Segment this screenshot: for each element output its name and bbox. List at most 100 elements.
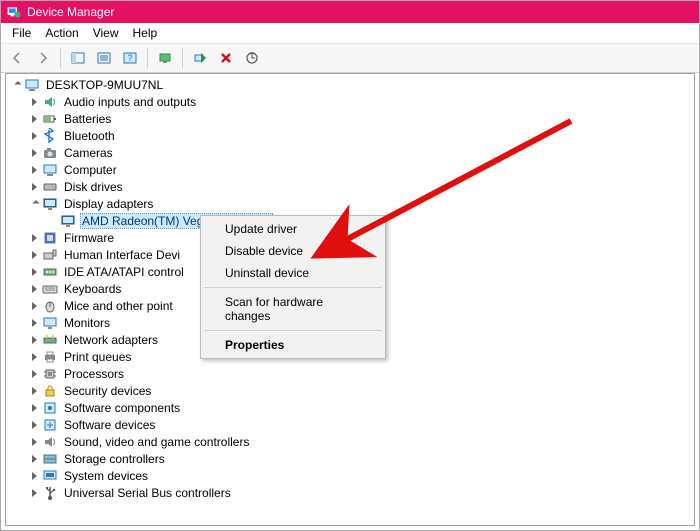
menu-separator <box>204 287 382 288</box>
tree-node-disk[interactable]: Disk drives <box>28 178 694 195</box>
expand-toggle[interactable] <box>28 453 40 465</box>
expand-toggle[interactable] <box>28 147 40 159</box>
expand-toggle[interactable] <box>28 198 40 210</box>
toolbar-separator <box>147 48 148 68</box>
menu-help[interactable]: Help <box>126 24 165 42</box>
titlebar: Device Manager <box>1 1 699 23</box>
tree-node-swcomp[interactable]: Software components <box>28 399 694 416</box>
tree-label: Security devices <box>62 384 153 398</box>
printer-icon <box>42 349 58 365</box>
expand-toggle[interactable] <box>28 419 40 431</box>
expand-toggle[interactable] <box>28 300 40 312</box>
menu-uninstall-device[interactable]: Uninstall device <box>203 262 383 284</box>
enable-device-button[interactable] <box>188 46 212 70</box>
tree-node-system[interactable]: System devices <box>28 467 694 484</box>
expand-toggle[interactable] <box>28 232 40 244</box>
tree-node-security[interactable]: Security devices <box>28 382 694 399</box>
system-icon <box>42 468 58 484</box>
tree-label: Processors <box>62 367 126 381</box>
menu-scan-hardware[interactable]: Scan for hardware changes <box>203 291 383 327</box>
help-button[interactable]: ? <box>118 46 142 70</box>
menu-properties[interactable]: Properties <box>203 334 383 356</box>
tree-label: Display adapters <box>62 197 155 211</box>
tree-label: Software components <box>62 401 182 415</box>
expand-toggle[interactable] <box>28 317 40 329</box>
display-icon <box>42 196 58 212</box>
mouse-icon <box>42 298 58 314</box>
tree-node-processors[interactable]: Processors <box>28 365 694 382</box>
menu-disable-device[interactable]: Disable device <box>203 240 383 262</box>
expand-toggle[interactable] <box>28 164 40 176</box>
menu-file[interactable]: File <box>5 24 38 42</box>
tree-node-computer[interactable]: Computer <box>28 161 694 178</box>
tree-node-usb[interactable]: Universal Serial Bus controllers <box>28 484 694 501</box>
tree-label: Batteries <box>62 112 113 126</box>
tree-label: DESKTOP-9MUU7NL <box>44 78 165 92</box>
expand-toggle[interactable] <box>28 402 40 414</box>
computer-icon <box>24 77 40 93</box>
tree-node-cameras[interactable]: Cameras <box>28 144 694 161</box>
tree-label: Mice and other point <box>62 299 175 313</box>
tree-node-swdev[interactable]: Software devices <box>28 416 694 433</box>
update-driver-button[interactable] <box>153 46 177 70</box>
storage-icon <box>42 451 58 467</box>
expand-toggle[interactable] <box>28 334 40 346</box>
cpu-icon <box>42 366 58 382</box>
toolbar-separator <box>60 48 61 68</box>
expand-toggle[interactable] <box>10 79 22 91</box>
audio-icon <box>42 94 58 110</box>
menu-action[interactable]: Action <box>38 24 85 42</box>
tree-label: Storage controllers <box>62 452 167 466</box>
nav-forward-button[interactable] <box>31 46 55 70</box>
expand-toggle[interactable] <box>28 249 40 261</box>
keyboard-icon <box>42 281 58 297</box>
expand-toggle[interactable] <box>28 351 40 363</box>
tree-node-batteries[interactable]: Batteries <box>28 110 694 127</box>
tree-label: Keyboards <box>62 282 123 296</box>
menu-separator <box>204 330 382 331</box>
tree-label: Firmware <box>62 231 116 245</box>
tree-label: Disk drives <box>62 180 125 194</box>
toolbar: ? <box>1 44 699 73</box>
tree-node-display[interactable]: Display adapters <box>28 195 694 212</box>
toolbar-separator <box>182 48 183 68</box>
expand-toggle[interactable] <box>28 368 40 380</box>
camera-icon <box>42 145 58 161</box>
expand-toggle[interactable] <box>28 436 40 448</box>
tree-node-sound[interactable]: Sound, video and game controllers <box>28 433 694 450</box>
tree-label: Human Interface Devi <box>62 248 182 262</box>
tree-root-row[interactable]: DESKTOP-9MUU7NL <box>10 76 694 93</box>
expand-toggle[interactable] <box>28 130 40 142</box>
tree-label: Bluetooth <box>62 129 117 143</box>
window-title: Device Manager <box>27 5 114 19</box>
disk-icon <box>42 179 58 195</box>
uninstall-device-button[interactable] <box>214 46 238 70</box>
expand-toggle[interactable] <box>28 385 40 397</box>
scan-hardware-button[interactable] <box>240 46 264 70</box>
nav-back-button[interactable] <box>5 46 29 70</box>
context-menu: Update driver Disable device Uninstall d… <box>200 215 386 359</box>
tree-node-storage[interactable]: Storage controllers <box>28 450 694 467</box>
software-icon <box>42 400 58 416</box>
device-manager-window: Device Manager File Action View Help ? <box>0 0 700 531</box>
expand-toggle[interactable] <box>28 96 40 108</box>
show-hide-tree-button[interactable] <box>66 46 90 70</box>
display-icon <box>60 213 76 229</box>
tree-label: Print queues <box>62 350 133 364</box>
menu-view[interactable]: View <box>86 24 126 42</box>
tree-label: System devices <box>62 469 150 483</box>
menu-update-driver[interactable]: Update driver <box>203 218 383 240</box>
firmware-icon <box>42 230 58 246</box>
tree-node-bluetooth[interactable]: Bluetooth <box>28 127 694 144</box>
expand-toggle[interactable] <box>28 470 40 482</box>
hid-icon <box>42 247 58 263</box>
expand-toggle[interactable] <box>28 113 40 125</box>
expand-toggle[interactable] <box>28 266 40 278</box>
expand-toggle[interactable] <box>28 181 40 193</box>
ide-icon <box>42 264 58 280</box>
tree-node-audio[interactable]: Audio inputs and outputs <box>28 93 694 110</box>
properties-button[interactable] <box>92 46 116 70</box>
sound-icon <box>42 434 58 450</box>
expand-toggle[interactable] <box>28 487 40 499</box>
expand-toggle[interactable] <box>28 283 40 295</box>
